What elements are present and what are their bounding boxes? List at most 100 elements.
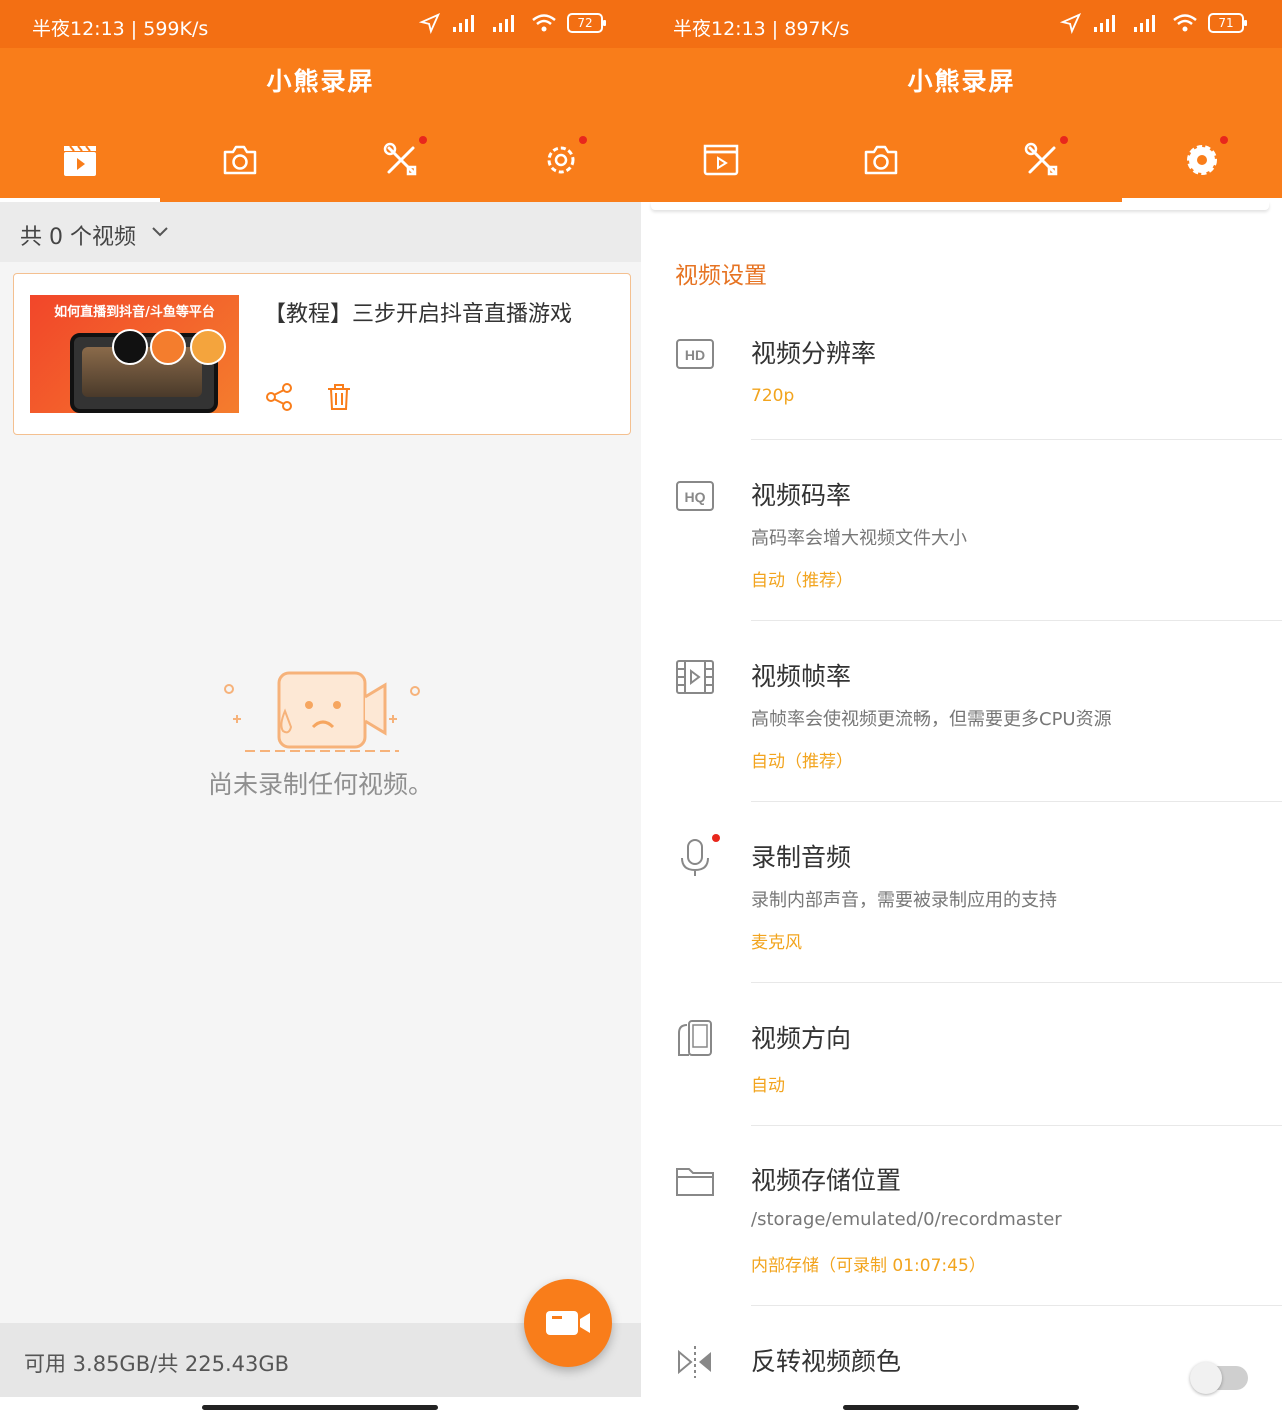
gesture-nav-bar [0, 1397, 641, 1423]
signal-hd-icon [493, 15, 514, 32]
setting-title: 录制音频 [751, 843, 852, 872]
setting-title: 视频码率 [751, 481, 852, 510]
trash-icon[interactable] [324, 382, 354, 412]
location-icon [419, 12, 441, 34]
tab-screenshots[interactable] [801, 118, 961, 202]
video-clapper-icon [64, 145, 97, 176]
setting-value: 内部存储（可录制 01:07:45） [751, 1256, 986, 1276]
battery-indicator: 72 [567, 13, 606, 33]
notification-dot [712, 834, 720, 842]
tab-screenshots[interactable] [160, 118, 320, 202]
divider [751, 620, 1282, 621]
divider [751, 1305, 1282, 1306]
card-actions [264, 382, 354, 412]
setting-value: 自动（推荐） [751, 752, 853, 772]
setting-description: 录制内部声音，需要被录制应用的支持 [751, 890, 1057, 911]
tools-icon [1024, 142, 1057, 176]
hd-icon: HD [676, 339, 714, 369]
microphone-icon [681, 839, 709, 876]
tutorial-title: 【教程】三步开启抖音直播游戏 [264, 302, 573, 327]
divider [751, 1125, 1282, 1126]
tab-tools[interactable] [321, 118, 481, 202]
signal-icon [1094, 15, 1115, 32]
setting-description: 高码率会增大视频文件大小 [751, 528, 967, 549]
home-indicator[interactable] [843, 1405, 1079, 1410]
status-time-speed: 半夜12:13 | 897K/s [673, 18, 850, 40]
setting-title: 视频分辨率 [751, 339, 877, 368]
svg-text:HQ: HQ [685, 489, 706, 505]
tab-bar [641, 118, 1282, 202]
more-icon [190, 329, 226, 365]
camera-icon [224, 145, 257, 175]
status-bar: 半夜12:13 | 897K/s 71 [641, 0, 1282, 48]
signal-hd-icon [1134, 15, 1155, 32]
setting-value: 自动（推荐） [751, 571, 853, 591]
tab-tools[interactable] [962, 118, 1122, 202]
tab-settings[interactable] [1121, 118, 1282, 202]
record-button[interactable] [524, 1279, 612, 1367]
gesture-nav-bar [641, 1397, 1282, 1423]
setting-title: 反转视频颜色 [751, 1347, 902, 1376]
tutorial-card[interactable]: 如何直播到抖音/斗鱼等平台 【教程】三步开启抖音直播游戏 [13, 273, 631, 435]
home-indicator[interactable] [202, 1405, 438, 1410]
video-clapper-icon [703, 144, 739, 176]
gear-icon [1186, 145, 1217, 175]
notification-dot [1059, 136, 1068, 144]
share-icon[interactable] [264, 382, 294, 412]
video-list-screen: 半夜12:13 | 599K/s 72 小熊录屏 共 0 个视频 如何直播到抖音… [0, 0, 641, 1423]
settings-list: 视频设置 HD 视频分辨率 720p HQ 视频码率 高码率会增大视频文件大小 … [641, 202, 1282, 1397]
divider [751, 801, 1282, 802]
hq-icon: HQ [676, 481, 714, 511]
thumbnail-caption: 如何直播到抖音/斗鱼等平台 [54, 305, 215, 320]
divider [751, 982, 1282, 983]
empty-state: 尚未录制任何视频。 [0, 665, 641, 801]
tools-icon [383, 142, 416, 176]
status-time-speed: 半夜12:13 | 599K/s [32, 18, 209, 40]
video-camera-icon [546, 1311, 590, 1335]
status-icons: 72 [419, 12, 606, 34]
sad-camera-icon [223, 671, 420, 752]
notification-dot [1219, 136, 1228, 144]
app-header: 半夜12:13 | 599K/s 72 小熊录屏 [0, 0, 641, 202]
tab-bar [0, 118, 641, 202]
location-icon [1060, 12, 1082, 34]
section-title: 视频设置 [675, 263, 767, 289]
settings-screen: 半夜12:13 | 897K/s 71 小熊录屏 视频设置 HD 视频分辨率 7… [641, 0, 1282, 1423]
camera-icon [865, 145, 898, 175]
setting-value: 麦克风 [751, 933, 802, 953]
tiktok-logo-icon [112, 329, 148, 365]
app-title: 小熊录屏 [907, 67, 1016, 96]
card-edge [651, 202, 1269, 210]
invert-colors-toggle[interactable] [1190, 1362, 1248, 1394]
setting-description: /storage/emulated/0/recordmaster [751, 1209, 1062, 1230]
video-count-dropdown[interactable]: 共 0 个视频 [0, 202, 641, 262]
status-bar: 半夜12:13 | 599K/s 72 [0, 0, 641, 48]
app-header: 半夜12:13 | 897K/s 71 小熊录屏 [641, 0, 1282, 202]
battery-indicator: 71 [1208, 13, 1247, 33]
signal-icon [453, 15, 474, 32]
notification-dot [578, 136, 587, 144]
wifi-icon [1173, 14, 1197, 32]
tab-settings[interactable] [481, 118, 641, 202]
setting-title: 视频存储位置 [751, 1166, 902, 1195]
setting-description: 高帧率会使视频更流畅，但需要更多CPU资源 [751, 709, 1112, 730]
gear-icon [547, 146, 575, 174]
svg-text:HD: HD [685, 347, 705, 363]
setting-title: 视频帧率 [751, 662, 852, 691]
tab-videos[interactable] [0, 118, 161, 202]
wifi-icon [532, 14, 556, 32]
setting-title: 视频方向 [751, 1024, 852, 1053]
chevron-down-icon [152, 227, 168, 237]
tab-videos[interactable] [641, 118, 801, 202]
divider [751, 439, 1282, 440]
app-title: 小熊录屏 [266, 67, 375, 96]
storage-info: 可用 3.85GB/共 225.43GB [24, 1352, 290, 1376]
film-icon [676, 660, 714, 694]
tutorial-thumbnail[interactable]: 如何直播到抖音/斗鱼等平台 [30, 295, 239, 413]
empty-message: 尚未录制任何视频。 [207, 770, 433, 799]
setting-value: 自动 [751, 1076, 785, 1096]
video-count-label: 共 0 个视频 [20, 225, 136, 250]
status-icons: 71 [1060, 12, 1247, 34]
toggle-knob [1190, 1362, 1222, 1394]
rotate-phone-icon [678, 1020, 712, 1056]
